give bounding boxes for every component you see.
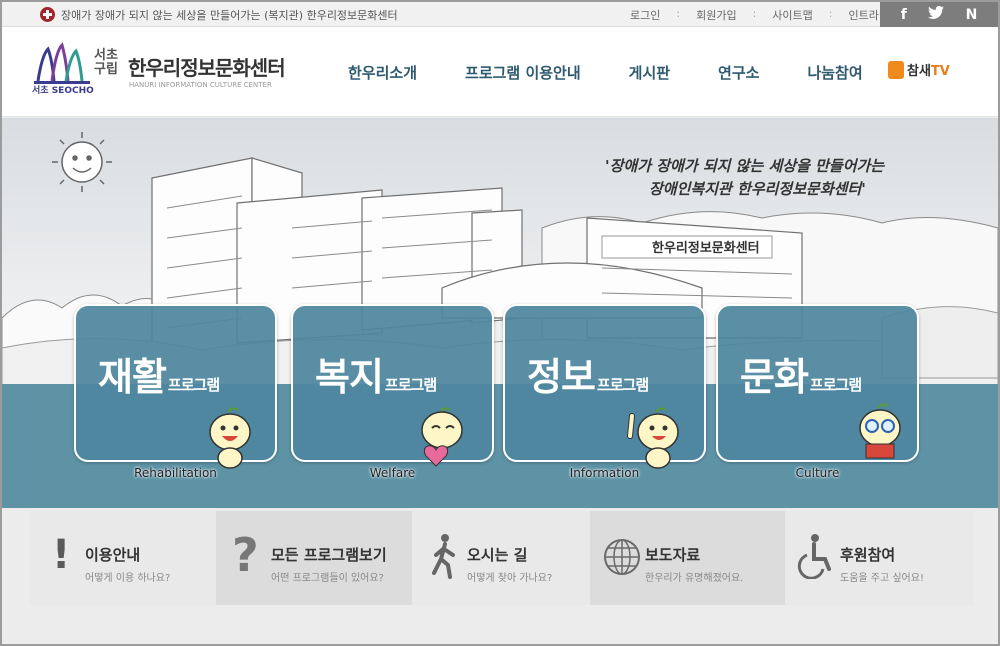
utility-bar: 장애가 장애가 되지 않는 세상을 만들어가는 (복지관) 한우리정보문화센터 … <box>2 2 998 27</box>
separator: : <box>676 7 681 20</box>
walker-icon <box>432 534 455 579</box>
nav-item-research[interactable]: 연구소 <box>718 62 759 83</box>
chamsae-tv-link[interactable]: 참새TV <box>888 60 950 79</box>
card-title: 문화 <box>740 355 809 399</box>
quick-desc: 어떻게 이용 하나요? <box>85 573 171 584</box>
page-frame: 장애가 장애가 되지 않는 세상을 만들어가는 (복지관) 한우리정보문화센터 … <box>0 0 1000 646</box>
card-suffix: 프로그램 <box>384 376 437 394</box>
quick-desc: 도움을 주고 싶어요! <box>840 573 924 584</box>
mascot-reading-icon <box>859 403 901 459</box>
quick-title: 이용안내 <box>85 546 141 564</box>
nav-item-donate[interactable]: 나눔참여 <box>807 62 862 83</box>
twitter-icon[interactable] <box>928 6 945 23</box>
card-suffix: 프로그램 <box>809 376 862 394</box>
main-nav: 한우리소개 프로그램 이용안내 게시판 연구소 나눔참여 <box>332 62 863 83</box>
utility-links: 로그인 : 회원가입 : 사이트맵 : 인트라넷 <box>622 7 897 23</box>
naver-icon[interactable]: N <box>966 7 978 23</box>
site-tagline: 장애가 장애가 되지 않는 세상을 만들어가는 (복지관) 한우리정보문화센터 <box>61 9 398 22</box>
quick-title: 보도자료 <box>645 546 701 564</box>
quick-desc: 어떤 프로그램들이 있어요? <box>271 573 384 584</box>
building-sign: 한우리정보문화센터 <box>652 240 760 256</box>
logo-subtitle: HANURI INFORMATION CULTURE CENTER <box>129 81 272 89</box>
wheelchair-icon <box>797 534 831 579</box>
hero-quote-line2: 장애인복지관 한우리정보문화센터' <box>649 180 866 198</box>
logo-seocho-text: 서초 SEOCHO <box>32 86 94 96</box>
sitemap-link[interactable]: 사이트맵 <box>764 7 820 23</box>
quick-desc: 어떻게 찾아 가나요? <box>467 573 553 584</box>
globe-icon <box>604 539 640 575</box>
logo-mark-icon <box>34 42 90 84</box>
nav-item-programs[interactable]: 프로그램 이용안내 <box>465 62 581 83</box>
question-icon: ? <box>232 528 259 582</box>
mascot-heart-icon <box>421 407 463 467</box>
hero-banner: 한우리정보문화센터 '장애가 장애가 되지 않는 세상을 만들어가는 장애인복지… <box>2 118 998 508</box>
footer-space <box>2 605 998 644</box>
tv-label: 참새 <box>907 64 931 79</box>
card-title: 정보 <box>527 355 596 399</box>
mascot-icon <box>209 407 251 469</box>
separator: : <box>828 7 833 20</box>
site-header: 서초 SEOCHO 서초구립 한우리정보문화센터 HANURI INFORMAT… <box>2 27 998 117</box>
facebook-icon[interactable]: f <box>901 7 907 23</box>
card-english: Culture <box>795 466 840 480</box>
nav-item-board[interactable]: 게시판 <box>629 62 670 83</box>
quick-links: ! 이용안내 어떻게 이용 하나요? ? 모든 프로그램보기 어떤 프로그램들이… <box>30 511 974 605</box>
quick-all-programs[interactable]: ? 모든 프로그램보기 어떤 프로그램들이 있어요? <box>216 511 412 605</box>
quick-donate[interactable]: 후원참여 도움을 주고 싶어요! <box>785 511 974 605</box>
card-suffix: 프로그램 <box>167 376 220 394</box>
card-suffix: 프로그램 <box>596 376 649 394</box>
tv-icon <box>888 60 904 79</box>
quick-title: 모든 프로그램보기 <box>271 546 387 564</box>
quick-press[interactable]: 보도자료 한우리가 유명해졌어요. <box>590 511 785 605</box>
quick-title: 오시는 길 <box>467 546 528 564</box>
logo-district-text: 서초구립 <box>94 48 118 77</box>
login-link[interactable]: 로그인 <box>622 7 668 23</box>
logo-title: 한우리정보문화센터 <box>128 56 286 80</box>
join-link[interactable]: 회원가입 <box>688 7 744 23</box>
quick-directions[interactable]: 오시는 길 어떻게 찾아 가나요? <box>412 511 590 605</box>
hero-quote-line1: '장애가 장애가 되지 않는 세상을 만들어가는 <box>605 157 885 175</box>
quick-desc: 한우리가 유명해졌어요. <box>645 573 744 584</box>
quick-title: 후원참여 <box>840 546 896 564</box>
quick-guide[interactable]: ! 이용안내 어떻게 이용 하나요? <box>30 511 216 605</box>
exclamation-icon: ! <box>52 532 71 578</box>
sns-links: f N <box>880 2 998 27</box>
separator: : <box>752 7 757 20</box>
tv-label-suffix: TV <box>930 64 950 79</box>
card-title: 복지 <box>315 355 384 399</box>
org-emblem-icon <box>40 7 55 22</box>
mascot-pointing-icon <box>627 407 679 469</box>
card-title: 재활 <box>98 355 167 399</box>
nav-item-about[interactable]: 한우리소개 <box>348 62 417 83</box>
